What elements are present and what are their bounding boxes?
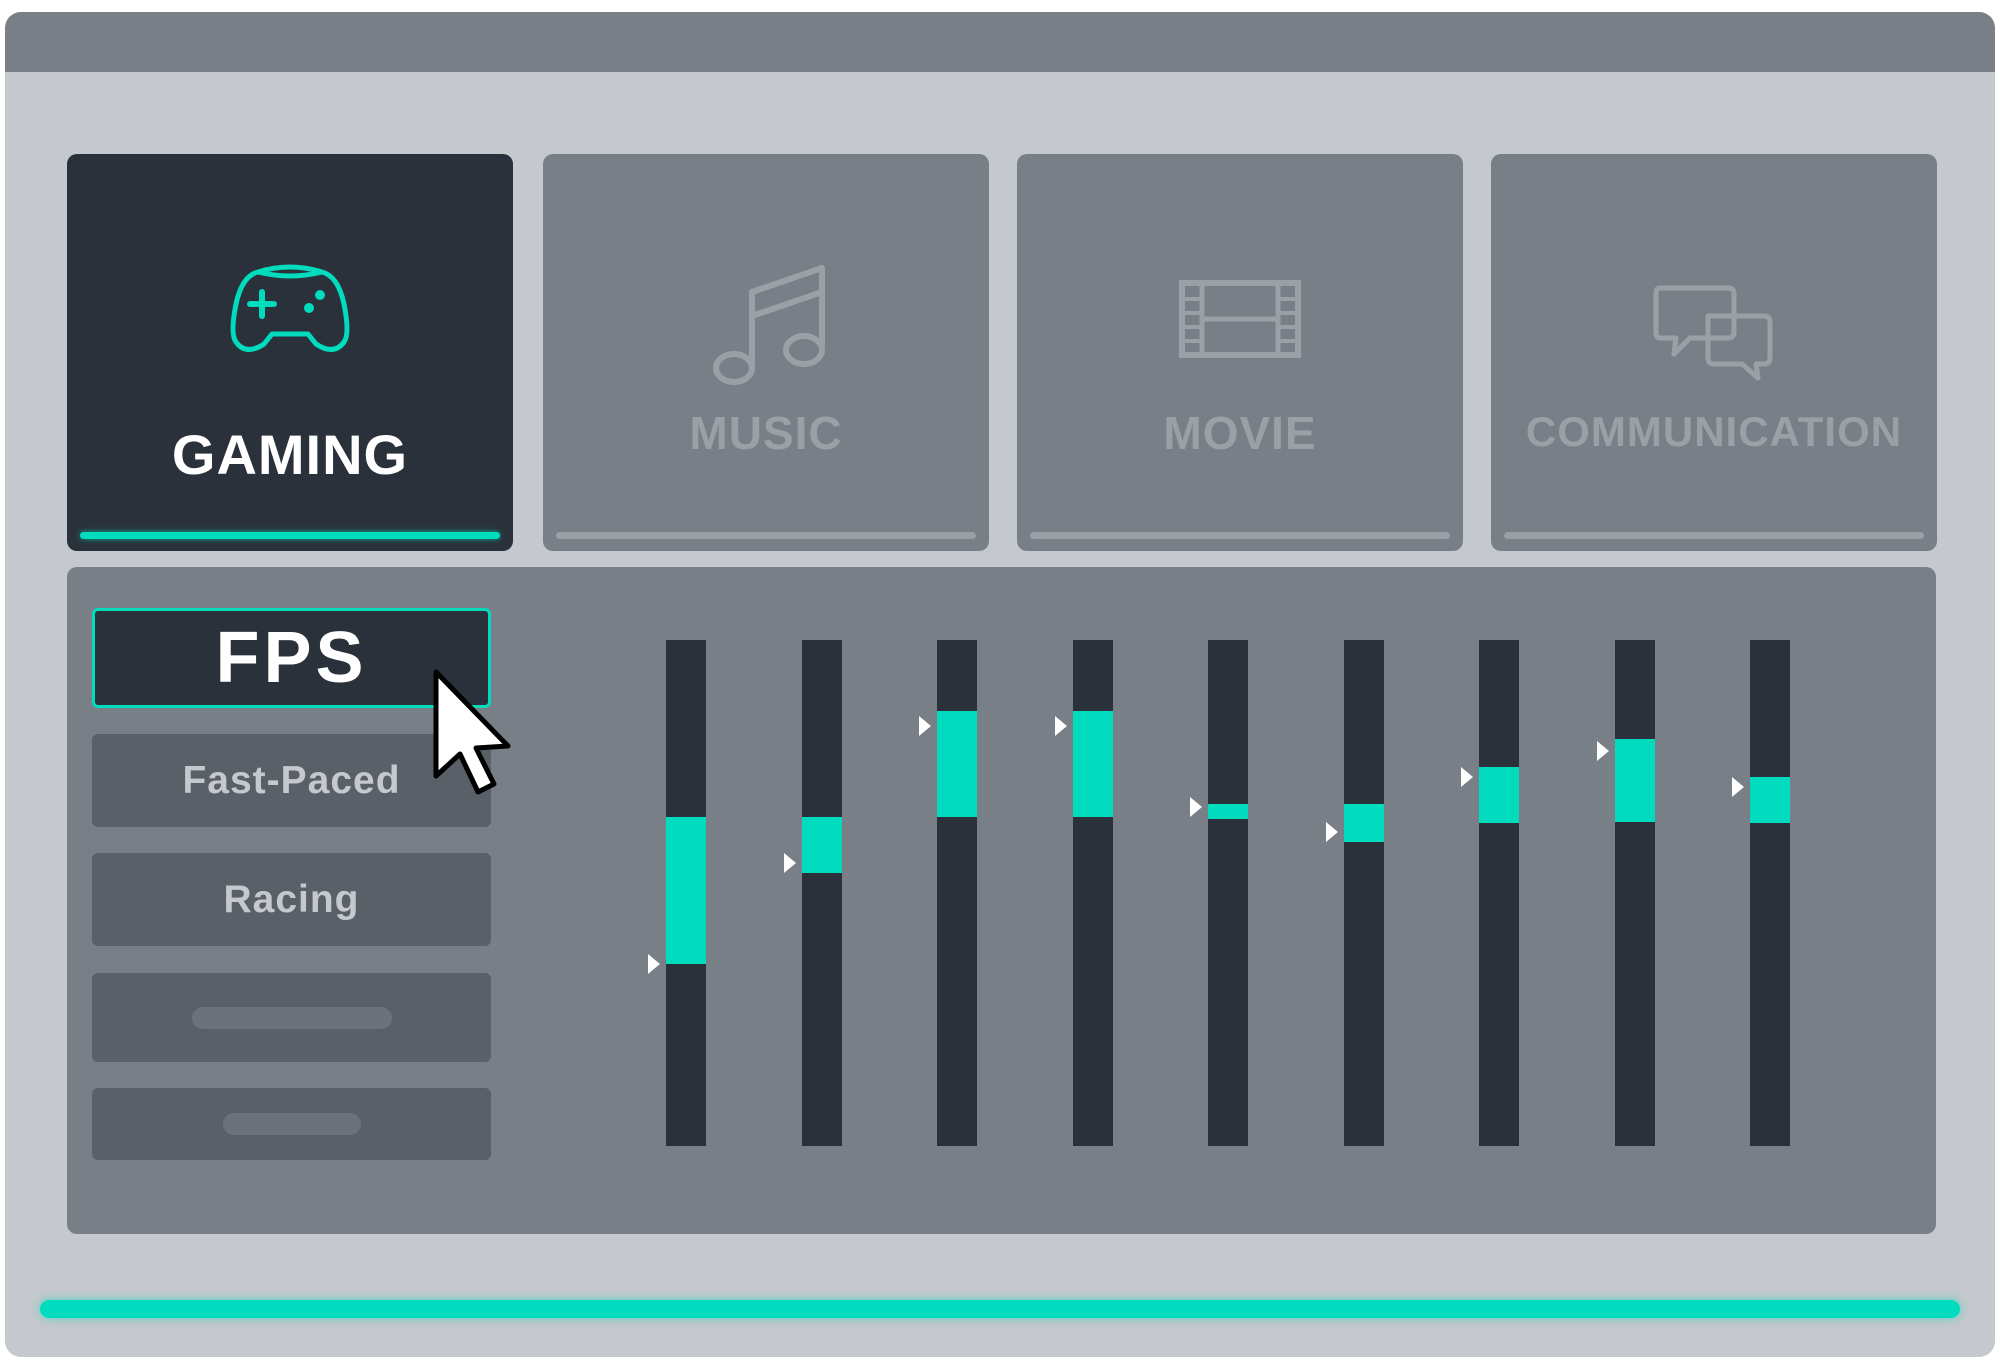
tab-communication-label: COMMUNICATION	[1525, 408, 1903, 455]
eq-slider-marker-7	[1461, 767, 1473, 787]
eq-slider-marker-8	[1597, 741, 1609, 761]
film-strip-icon	[1017, 279, 1463, 409]
eq-slider-marker-4	[1055, 716, 1067, 736]
eq-slider-fill-4[interactable]	[1073, 711, 1113, 817]
eq-slider-track-4[interactable]	[1073, 640, 1113, 1146]
eq-slider-fill-1[interactable]	[666, 817, 706, 964]
eq-slider-fill-8[interactable]	[1615, 739, 1655, 822]
eq-slider-marker-5	[1190, 797, 1202, 817]
eq-slider-track-6[interactable]	[1344, 640, 1384, 1146]
preset-placeholder-bar	[222, 1113, 361, 1135]
eq-slider-marker-6	[1326, 822, 1338, 842]
app-window: GAMING MUSIC MOVIE COMMUNICATION FPS Fas…	[5, 12, 1995, 1357]
eq-slider-fill-2[interactable]	[802, 817, 842, 873]
tab-communication[interactable]: COMMUNICATION	[1491, 154, 1937, 551]
eq-slider-track-8[interactable]	[1615, 640, 1655, 1146]
eq-slider-track-2[interactable]	[802, 640, 842, 1146]
eq-slider-marker-9	[1732, 777, 1744, 797]
tab-music[interactable]: MUSIC	[543, 154, 989, 551]
tab-movie-label: MOVIE	[1163, 407, 1317, 459]
eq-slider-fill-3[interactable]	[937, 711, 977, 817]
chat-bubbles-icon	[1491, 282, 1937, 412]
progress-bar	[40, 1300, 1960, 1318]
music-note-icon	[543, 264, 989, 394]
eq-slider-track-1[interactable]	[666, 640, 706, 1146]
eq-slider-track-7[interactable]	[1479, 640, 1519, 1146]
preset-empty-slot-1[interactable]	[92, 973, 491, 1062]
mouse-cursor-icon	[433, 669, 511, 795]
tab-movie[interactable]: MOVIE	[1017, 154, 1463, 551]
eq-slider-track-9[interactable]	[1750, 640, 1790, 1146]
gamepad-icon	[67, 264, 513, 394]
tab-music-underline	[556, 532, 976, 539]
tab-communication-underline	[1504, 532, 1924, 539]
preset-empty-slot-2[interactable]	[92, 1088, 491, 1160]
eq-slider-marker-1	[648, 954, 660, 974]
tab-music-label: MUSIC	[689, 407, 843, 459]
eq-slider-marker-2	[784, 853, 796, 873]
eq-slider-track-3[interactable]	[937, 640, 977, 1146]
preset-placeholder-bar	[191, 1006, 392, 1029]
equalizer-panel: FPS Fast-Paced Racing	[67, 567, 1936, 1234]
title-bar	[5, 12, 1995, 72]
eq-slider-fill-7[interactable]	[1479, 767, 1519, 823]
eq-slider-track-5[interactable]	[1208, 640, 1248, 1146]
preset-racing-button[interactable]: Racing	[92, 853, 491, 946]
eq-slider-fill-6[interactable]	[1344, 804, 1384, 842]
tab-gaming-label: GAMING	[171, 423, 409, 486]
eq-slider-fill-5[interactable]	[1208, 804, 1248, 819]
tab-gaming-underline	[80, 532, 500, 539]
tab-gaming[interactable]: GAMING	[67, 154, 513, 551]
eq-slider-fill-9[interactable]	[1750, 777, 1790, 823]
eq-slider-marker-3	[919, 716, 931, 736]
tab-movie-underline	[1030, 532, 1450, 539]
